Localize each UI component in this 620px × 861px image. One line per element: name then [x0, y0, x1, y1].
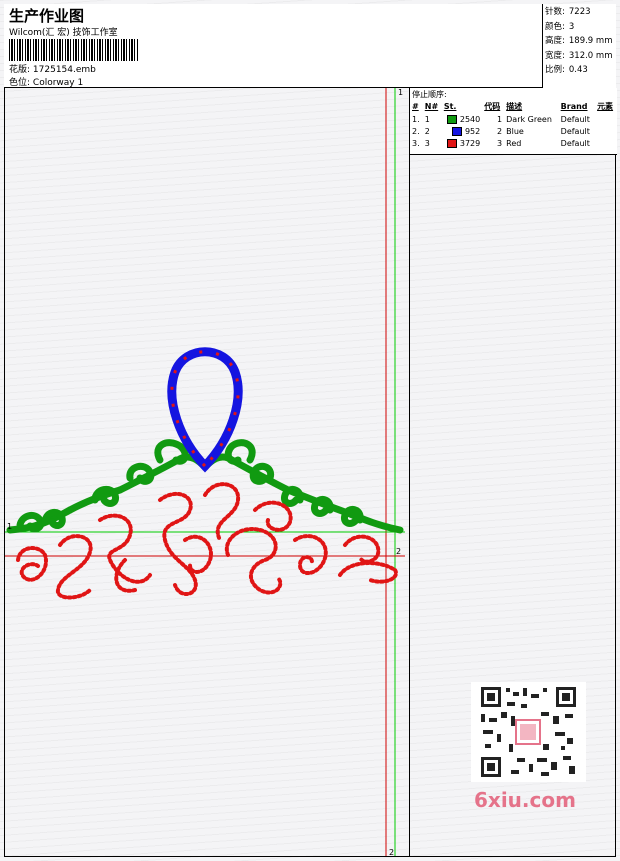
guide-label-bottom: 2	[389, 848, 395, 857]
watermark-text: 6xiu.com	[474, 788, 576, 812]
header: 生产作业图 Wilcom(汇 宏) 技饰工作室 花版: 1725154.emb …	[4, 4, 616, 88]
row-description: Dark Green	[506, 114, 552, 124]
col-index: #	[412, 102, 419, 111]
stitch-count: 3729	[459, 138, 481, 148]
stat-label: 比例:	[545, 65, 565, 75]
row-needle: 1	[424, 114, 430, 124]
row-code: 1	[497, 114, 503, 124]
col-description: 描述	[506, 102, 523, 111]
table-row: 3. 3 3729 3 Red Default	[410, 137, 617, 149]
table-row: 1. 1 2540 1 Dark Green Default	[410, 113, 617, 125]
table-row: 2. 2 952 2 Blue Default	[410, 125, 617, 137]
design-file-label: 花版:	[9, 65, 31, 75]
barcode	[9, 39, 139, 61]
colorway-value: Colorway 1	[32, 78, 84, 88]
row-index: 2.	[412, 126, 420, 136]
stat-width: 宽度: 312.0 mm	[545, 49, 616, 64]
stat-colors: 颜色: 3	[545, 20, 616, 35]
row-needle: 2	[424, 126, 430, 136]
row-element	[595, 125, 617, 137]
row-index: 1.	[412, 114, 420, 124]
stat-scale: 比例: 0.43	[545, 63, 616, 78]
col-brand: Brand	[560, 102, 588, 111]
row-element	[595, 113, 617, 125]
stat-value: 312.0 mm	[568, 50, 613, 61]
color-swatch	[452, 126, 463, 136]
stat-stitches: 针数: 7223	[545, 5, 616, 20]
color-swatch	[447, 138, 458, 148]
row-code: 2	[497, 126, 503, 136]
stop-sequence-table: # N# St. 代码 描述 Brand 元素 1. 1 2540 1 Dark…	[410, 100, 617, 149]
company-name: Wilcom(汇 宏) 技饰工作室	[9, 28, 118, 38]
col-needle: N#	[424, 102, 439, 111]
row-description: Blue	[506, 126, 524, 136]
colorway-line: 色位: Colorway 1	[9, 75, 83, 88]
row-brand: Default	[560, 138, 590, 148]
row-needle: 3	[424, 138, 430, 148]
row-code: 3	[497, 138, 503, 148]
stitch-count: 952	[464, 126, 481, 136]
col-element: 元素	[597, 102, 614, 111]
row-brand: Default	[560, 114, 590, 124]
stop-sequence-title: 停止顺序:	[412, 90, 447, 99]
row-description: Red	[506, 138, 522, 148]
design-stats: 针数: 7223 颜色: 3 高度: 189.9 mm 宽度: 312.0 mm…	[542, 4, 616, 88]
design-file-line: 花版: 1725154.emb	[9, 62, 96, 75]
stat-label: 宽度:	[545, 50, 565, 61]
stop-sequence-box: 停止顺序: # N# St. 代码 描述 Brand 元素 1. 1 2540 …	[410, 88, 617, 155]
stat-value: 0.43	[568, 65, 588, 75]
production-sheet: 生产作业图 Wilcom(汇 宏) 技饰工作室 花版: 1725154.emb …	[0, 0, 620, 861]
row-index: 3.	[412, 138, 420, 148]
guide-label-left: 1	[7, 522, 13, 531]
row-stitches: 2540	[442, 113, 482, 125]
color-swatch	[447, 114, 458, 124]
col-code: 代码	[484, 102, 501, 111]
row-stitches: 952	[442, 125, 482, 137]
table-header-row: # N# St. 代码 描述 Brand 元素	[410, 100, 617, 113]
stat-value: 189.9 mm	[568, 36, 613, 46]
row-element	[595, 137, 617, 149]
stat-label: 针数:	[545, 7, 565, 17]
guide-label-right: 2	[396, 547, 402, 556]
stat-label: 颜色:	[545, 21, 565, 32]
page-title: 生产作业图	[9, 7, 85, 25]
row-brand: Default	[560, 126, 590, 136]
row-stitches: 3729	[442, 137, 482, 149]
stat-value: 7223	[568, 7, 591, 17]
stitch-count: 2540	[459, 114, 481, 124]
stat-label: 高度:	[545, 36, 565, 46]
stat-height: 高度: 189.9 mm	[545, 34, 616, 49]
qr-code	[471, 682, 586, 782]
colorway-label: 色位:	[9, 78, 31, 88]
guide-label-top: 1	[398, 88, 404, 97]
stat-value: 3	[568, 21, 575, 32]
design-file-value: 1725154.emb	[32, 65, 96, 75]
col-stitches: St.	[443, 102, 457, 111]
